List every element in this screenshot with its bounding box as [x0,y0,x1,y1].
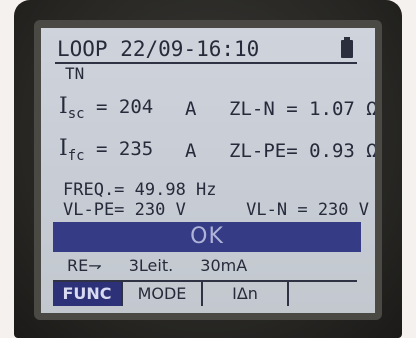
status-bar-ok: OK [53,222,361,252]
frequency-reading: FREQ.= 49.98 Hz [63,180,217,200]
isc-unit: A [185,98,197,120]
vl-n-reading: VL-N = 230 V [246,200,369,220]
datetime-label: 22/09-16:10 [120,37,260,61]
isc-subscript: sc [67,105,85,122]
ifc-value: = 235 [96,138,154,160]
current-setting: 30mA [200,256,248,275]
system-type: TN [65,64,85,83]
ifc-subscript: fc [67,147,85,164]
mode-label: LOOP [57,37,108,61]
isc-value: = 204 [96,96,154,118]
ifc-unit: A [185,140,197,162]
isc-symbol: I [59,94,68,119]
settings-line: RE⇁ 3Leit. 30mA [67,256,269,275]
zl-n-reading: ZL-N = 1.07 Ω [229,98,375,120]
idn-softkey[interactable]: IΔn [203,282,289,306]
ifc-symbol: I [59,136,68,161]
empty-softkey[interactable] [289,282,357,306]
isc-reading: Isc = 204 [59,94,153,122]
func-softkey[interactable]: FUNC [53,282,123,306]
mode-softkey[interactable]: MODE [123,282,203,306]
voltage-readings: VL-PE= 230 V VL-N = 230 V [63,200,369,220]
screen-header: LOOP 22/09-16:10 [55,36,357,64]
header-title: LOOP 22/09-16:10 [57,36,259,62]
battery-full-icon [341,37,353,58]
zl-pe-reading: ZL-PE= 0.93 Ω [229,140,375,162]
softkey-bar: FUNC MODE IΔn [53,280,357,308]
lcd-screen: LOOP 22/09-16:10 TN Isc = 204 A ZL-N = 1… [41,28,375,313]
ifc-reading: Ifc = 235 [59,136,153,164]
re-setting: RE⇁ [67,256,102,275]
conductor-setting: 3Leit. [128,256,174,275]
vl-pe-reading: VL-PE= 230 V [63,200,186,220]
